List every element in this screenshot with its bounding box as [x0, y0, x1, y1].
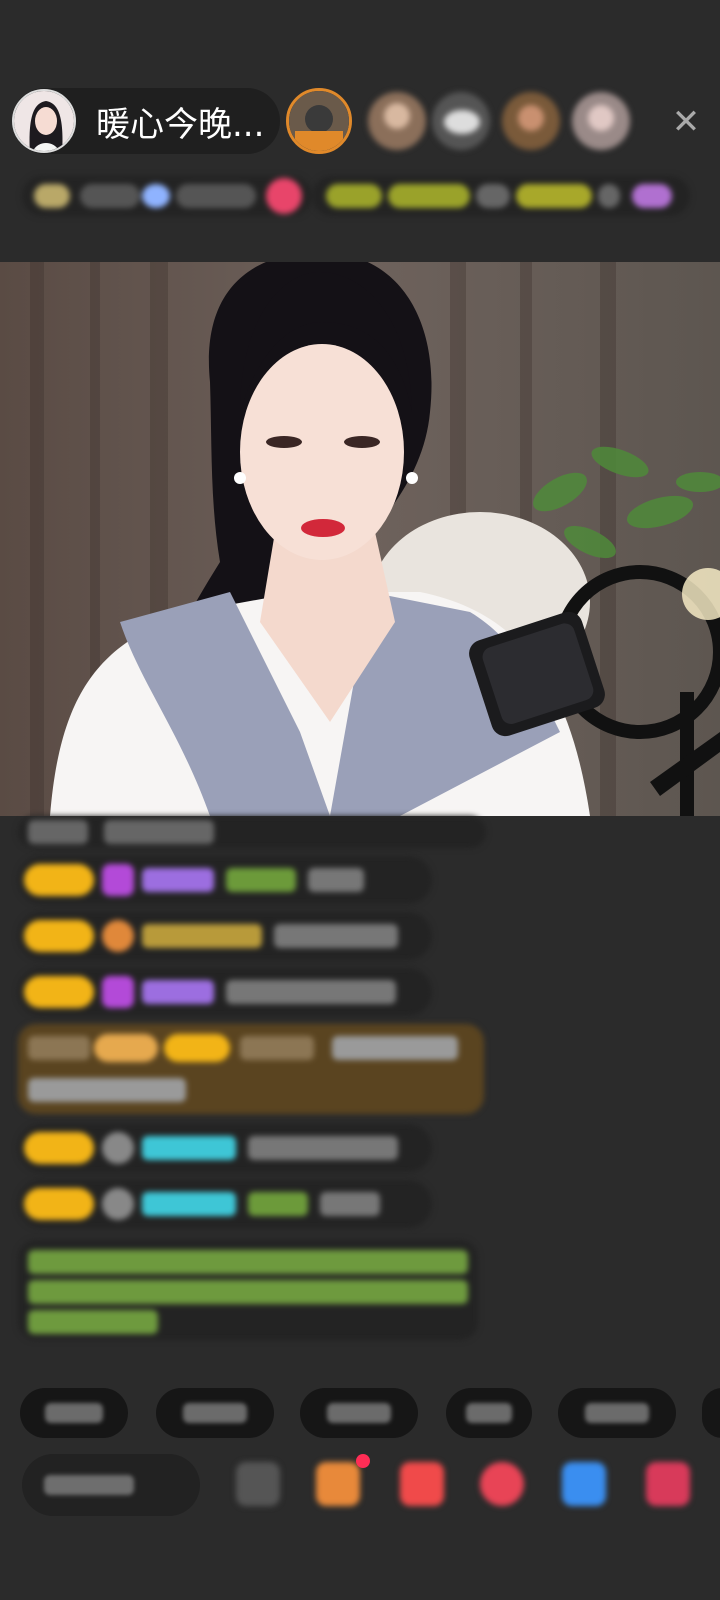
quick-reply-chip[interactable]	[558, 1388, 676, 1438]
live-video[interactable]	[0, 262, 720, 816]
chat-message[interactable]	[18, 1180, 432, 1228]
viewer-avatar-1[interactable]	[286, 88, 352, 154]
chat-message[interactable]	[18, 816, 486, 848]
chat-message-highlight[interactable]	[18, 1024, 484, 1114]
viewer-avatar-5[interactable]	[572, 92, 630, 150]
rank-strip[interactable]	[22, 176, 312, 216]
quick-reply-chip[interactable]	[702, 1388, 720, 1438]
chat-message[interactable]	[18, 856, 432, 904]
quick-reply-chip[interactable]	[300, 1388, 418, 1438]
chat-message[interactable]	[18, 968, 432, 1016]
close-icon[interactable]: ✕	[668, 104, 704, 140]
red-packet-icon[interactable]	[400, 1462, 444, 1506]
host-profile[interactable]: 暖心今晚...	[12, 88, 280, 154]
quick-reply-chip[interactable]	[20, 1388, 128, 1438]
viewer-avatar-3[interactable]	[432, 92, 490, 150]
host-avatar[interactable]	[12, 89, 76, 153]
chat-message[interactable]	[18, 1124, 432, 1172]
system-notice	[18, 1240, 478, 1340]
viewer-avatar-2[interactable]	[368, 92, 426, 150]
gift-box-icon[interactable]	[316, 1462, 360, 1506]
quick-reply-chip[interactable]	[446, 1388, 532, 1438]
game-icon[interactable]	[562, 1462, 606, 1506]
chat-message[interactable]	[18, 912, 432, 960]
emoji-icon[interactable]	[236, 1462, 280, 1506]
comment-input[interactable]	[22, 1454, 200, 1516]
heart-icon[interactable]	[480, 1462, 524, 1506]
quick-reply-chip[interactable]	[156, 1388, 274, 1438]
viewer-avatar-4[interactable]	[502, 92, 560, 150]
top-bar: 暖心今晚... ✕	[0, 0, 720, 262]
notification-dot	[356, 1454, 370, 1468]
gift-icon[interactable]	[646, 1462, 690, 1506]
fan-club-strip[interactable]	[312, 176, 690, 216]
host-name: 暖心今晚...	[96, 104, 265, 145]
